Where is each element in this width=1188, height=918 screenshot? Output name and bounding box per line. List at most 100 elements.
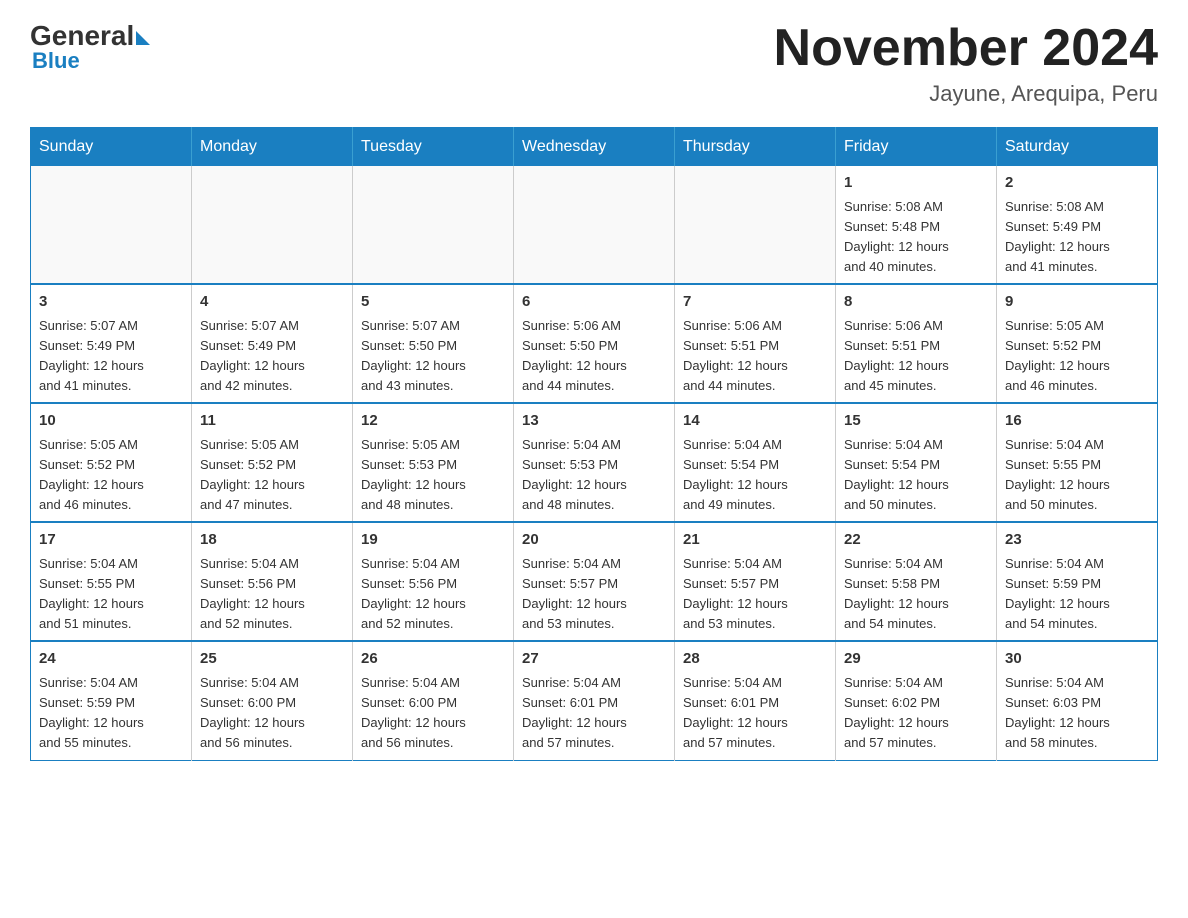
- day-number: 26: [361, 648, 505, 671]
- day-number: 1: [844, 172, 988, 195]
- table-row: 1Sunrise: 5:08 AM Sunset: 5:48 PM Daylig…: [836, 166, 997, 284]
- day-info: Sunrise: 5:04 AM Sunset: 6:02 PM Dayligh…: [844, 673, 988, 754]
- calendar-week-row: 10Sunrise: 5:05 AM Sunset: 5:52 PM Dayli…: [31, 403, 1158, 522]
- day-info: Sunrise: 5:04 AM Sunset: 5:59 PM Dayligh…: [1005, 554, 1149, 635]
- day-info: Sunrise: 5:04 AM Sunset: 6:03 PM Dayligh…: [1005, 673, 1149, 754]
- calendar-table: Sunday Monday Tuesday Wednesday Thursday…: [30, 127, 1158, 760]
- table-row: 3Sunrise: 5:07 AM Sunset: 5:49 PM Daylig…: [31, 284, 192, 403]
- day-info: Sunrise: 5:04 AM Sunset: 5:56 PM Dayligh…: [200, 554, 344, 635]
- page-header: General Blue November 2024 Jayune, Arequ…: [30, 20, 1158, 107]
- table-row: 14Sunrise: 5:04 AM Sunset: 5:54 PM Dayli…: [675, 403, 836, 522]
- day-number: 13: [522, 410, 666, 433]
- day-info: Sunrise: 5:06 AM Sunset: 5:51 PM Dayligh…: [683, 316, 827, 397]
- day-info: Sunrise: 5:05 AM Sunset: 5:52 PM Dayligh…: [1005, 316, 1149, 397]
- table-row: 11Sunrise: 5:05 AM Sunset: 5:52 PM Dayli…: [192, 403, 353, 522]
- col-saturday: Saturday: [997, 128, 1158, 167]
- calendar-header-row: Sunday Monday Tuesday Wednesday Thursday…: [31, 128, 1158, 167]
- table-row: 21Sunrise: 5:04 AM Sunset: 5:57 PM Dayli…: [675, 522, 836, 641]
- day-info: Sunrise: 5:05 AM Sunset: 5:52 PM Dayligh…: [39, 435, 183, 516]
- calendar-week-row: 1Sunrise: 5:08 AM Sunset: 5:48 PM Daylig…: [31, 166, 1158, 284]
- table-row: [675, 166, 836, 284]
- day-number: 14: [683, 410, 827, 433]
- day-number: 12: [361, 410, 505, 433]
- day-number: 9: [1005, 291, 1149, 314]
- day-info: Sunrise: 5:07 AM Sunset: 5:50 PM Dayligh…: [361, 316, 505, 397]
- day-info: Sunrise: 5:04 AM Sunset: 5:57 PM Dayligh…: [522, 554, 666, 635]
- day-number: 3: [39, 291, 183, 314]
- day-number: 30: [1005, 648, 1149, 671]
- table-row: [514, 166, 675, 284]
- table-row: [31, 166, 192, 284]
- day-info: Sunrise: 5:04 AM Sunset: 5:57 PM Dayligh…: [683, 554, 827, 635]
- table-row: 18Sunrise: 5:04 AM Sunset: 5:56 PM Dayli…: [192, 522, 353, 641]
- day-info: Sunrise: 5:05 AM Sunset: 5:52 PM Dayligh…: [200, 435, 344, 516]
- table-row: 2Sunrise: 5:08 AM Sunset: 5:49 PM Daylig…: [997, 166, 1158, 284]
- col-thursday: Thursday: [675, 128, 836, 167]
- table-row: 28Sunrise: 5:04 AM Sunset: 6:01 PM Dayli…: [675, 641, 836, 760]
- table-row: 23Sunrise: 5:04 AM Sunset: 5:59 PM Dayli…: [997, 522, 1158, 641]
- table-row: 9Sunrise: 5:05 AM Sunset: 5:52 PM Daylig…: [997, 284, 1158, 403]
- day-number: 4: [200, 291, 344, 314]
- day-info: Sunrise: 5:06 AM Sunset: 5:50 PM Dayligh…: [522, 316, 666, 397]
- day-number: 15: [844, 410, 988, 433]
- day-number: 5: [361, 291, 505, 314]
- day-number: 10: [39, 410, 183, 433]
- day-number: 20: [522, 529, 666, 552]
- table-row: 26Sunrise: 5:04 AM Sunset: 6:00 PM Dayli…: [353, 641, 514, 760]
- day-number: 27: [522, 648, 666, 671]
- day-number: 28: [683, 648, 827, 671]
- day-number: 21: [683, 529, 827, 552]
- table-row: 30Sunrise: 5:04 AM Sunset: 6:03 PM Dayli…: [997, 641, 1158, 760]
- table-row: 25Sunrise: 5:04 AM Sunset: 6:00 PM Dayli…: [192, 641, 353, 760]
- table-row: 7Sunrise: 5:06 AM Sunset: 5:51 PM Daylig…: [675, 284, 836, 403]
- table-row: 19Sunrise: 5:04 AM Sunset: 5:56 PM Dayli…: [353, 522, 514, 641]
- day-number: 19: [361, 529, 505, 552]
- calendar-week-row: 17Sunrise: 5:04 AM Sunset: 5:55 PM Dayli…: [31, 522, 1158, 641]
- day-info: Sunrise: 5:08 AM Sunset: 5:48 PM Dayligh…: [844, 197, 988, 278]
- day-number: 6: [522, 291, 666, 314]
- day-info: Sunrise: 5:04 AM Sunset: 5:53 PM Dayligh…: [522, 435, 666, 516]
- day-info: Sunrise: 5:07 AM Sunset: 5:49 PM Dayligh…: [39, 316, 183, 397]
- day-info: Sunrise: 5:07 AM Sunset: 5:49 PM Dayligh…: [200, 316, 344, 397]
- day-info: Sunrise: 5:04 AM Sunset: 5:58 PM Dayligh…: [844, 554, 988, 635]
- day-number: 29: [844, 648, 988, 671]
- table-row: 10Sunrise: 5:05 AM Sunset: 5:52 PM Dayli…: [31, 403, 192, 522]
- table-row: [192, 166, 353, 284]
- day-number: 22: [844, 529, 988, 552]
- location-subtitle: Jayune, Arequipa, Peru: [774, 81, 1158, 107]
- day-number: 24: [39, 648, 183, 671]
- calendar-week-row: 3Sunrise: 5:07 AM Sunset: 5:49 PM Daylig…: [31, 284, 1158, 403]
- col-friday: Friday: [836, 128, 997, 167]
- table-row: 4Sunrise: 5:07 AM Sunset: 5:49 PM Daylig…: [192, 284, 353, 403]
- day-info: Sunrise: 5:04 AM Sunset: 5:56 PM Dayligh…: [361, 554, 505, 635]
- col-wednesday: Wednesday: [514, 128, 675, 167]
- table-row: [353, 166, 514, 284]
- day-info: Sunrise: 5:04 AM Sunset: 5:54 PM Dayligh…: [844, 435, 988, 516]
- table-row: 5Sunrise: 5:07 AM Sunset: 5:50 PM Daylig…: [353, 284, 514, 403]
- day-number: 17: [39, 529, 183, 552]
- table-row: 22Sunrise: 5:04 AM Sunset: 5:58 PM Dayli…: [836, 522, 997, 641]
- day-number: 23: [1005, 529, 1149, 552]
- table-row: 29Sunrise: 5:04 AM Sunset: 6:02 PM Dayli…: [836, 641, 997, 760]
- table-row: 15Sunrise: 5:04 AM Sunset: 5:54 PM Dayli…: [836, 403, 997, 522]
- table-row: 6Sunrise: 5:06 AM Sunset: 5:50 PM Daylig…: [514, 284, 675, 403]
- day-info: Sunrise: 5:08 AM Sunset: 5:49 PM Dayligh…: [1005, 197, 1149, 278]
- day-info: Sunrise: 5:05 AM Sunset: 5:53 PM Dayligh…: [361, 435, 505, 516]
- page-title: November 2024: [774, 20, 1158, 77]
- day-info: Sunrise: 5:04 AM Sunset: 5:54 PM Dayligh…: [683, 435, 827, 516]
- day-info: Sunrise: 5:04 AM Sunset: 6:01 PM Dayligh…: [522, 673, 666, 754]
- day-number: 11: [200, 410, 344, 433]
- table-row: 17Sunrise: 5:04 AM Sunset: 5:55 PM Dayli…: [31, 522, 192, 641]
- col-monday: Monday: [192, 128, 353, 167]
- day-info: Sunrise: 5:04 AM Sunset: 6:00 PM Dayligh…: [361, 673, 505, 754]
- day-info: Sunrise: 5:04 AM Sunset: 6:00 PM Dayligh…: [200, 673, 344, 754]
- day-info: Sunrise: 5:04 AM Sunset: 5:55 PM Dayligh…: [39, 554, 183, 635]
- col-sunday: Sunday: [31, 128, 192, 167]
- table-row: 8Sunrise: 5:06 AM Sunset: 5:51 PM Daylig…: [836, 284, 997, 403]
- table-row: 13Sunrise: 5:04 AM Sunset: 5:53 PM Dayli…: [514, 403, 675, 522]
- day-info: Sunrise: 5:04 AM Sunset: 5:55 PM Dayligh…: [1005, 435, 1149, 516]
- day-info: Sunrise: 5:04 AM Sunset: 5:59 PM Dayligh…: [39, 673, 183, 754]
- table-row: 20Sunrise: 5:04 AM Sunset: 5:57 PM Dayli…: [514, 522, 675, 641]
- day-number: 18: [200, 529, 344, 552]
- day-number: 8: [844, 291, 988, 314]
